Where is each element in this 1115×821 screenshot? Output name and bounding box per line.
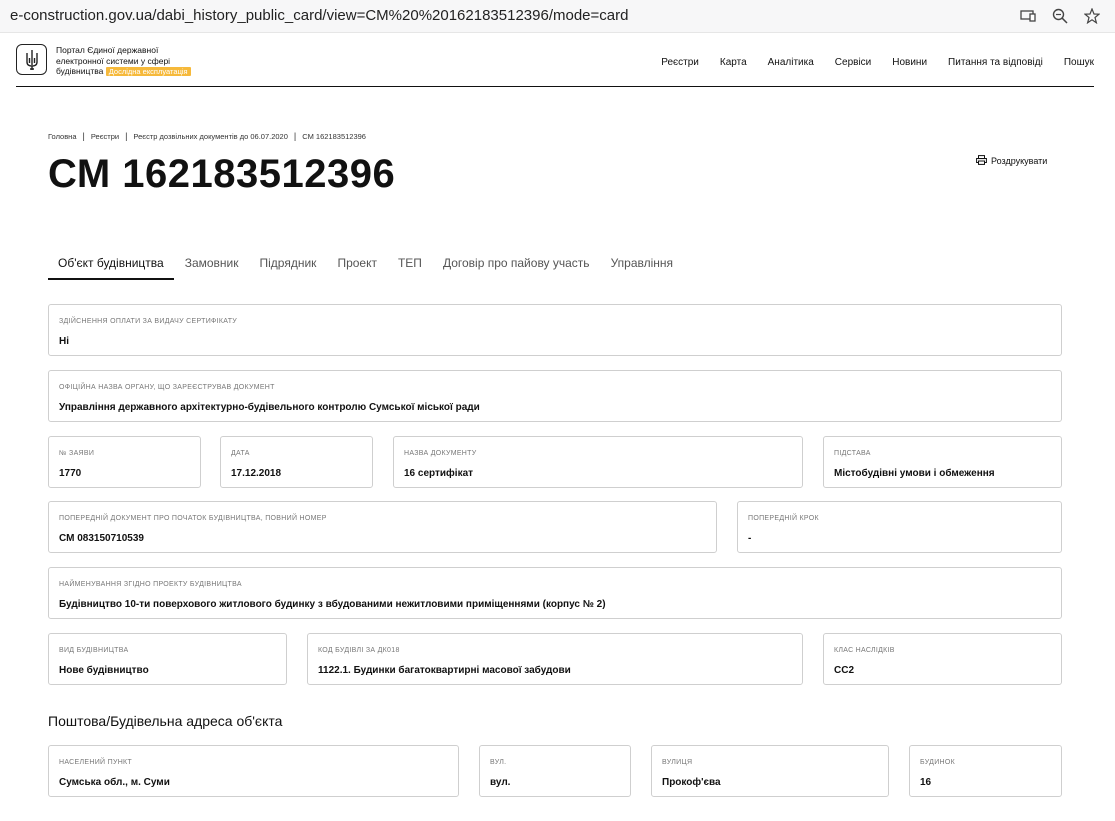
field-value: вул. bbox=[490, 777, 511, 788]
field-value: - bbox=[748, 533, 752, 544]
field-value: 16 bbox=[920, 777, 932, 788]
field-label: Офіційна назва органу, що зареєстрував д… bbox=[59, 384, 275, 391]
url-field[interactable]: e-construction.gov.ua/dabi_history_publi… bbox=[10, 7, 628, 24]
field-value: Містобудівні умови і обмеження bbox=[834, 468, 995, 479]
field-value: Ні bbox=[59, 336, 69, 347]
field-project-name: Найменування згідно проекту будівництва … bbox=[48, 567, 1062, 619]
field-document-name: Назва документу 16 сертифікат bbox=[393, 436, 803, 488]
tab-project[interactable]: Проект bbox=[327, 256, 387, 280]
main-nav: Реєстри Карта Аналітика Сервіси Новини П… bbox=[640, 57, 1094, 68]
field-value: 16 сертифікат bbox=[404, 468, 474, 479]
tab-contractor[interactable]: Підрядник bbox=[250, 256, 327, 280]
field-street-type: Вул. вул. bbox=[479, 745, 631, 797]
breadcrumb-registry[interactable]: Реєстр дозвільних документів до 06.07.20… bbox=[133, 132, 288, 141]
trial-badge: Дослідна експлуатація bbox=[105, 67, 191, 76]
trident-logo-icon[interactable] bbox=[16, 44, 47, 75]
browser-tools bbox=[1019, 6, 1101, 26]
tab-tep[interactable]: ТЕП bbox=[388, 256, 432, 280]
tab-object[interactable]: Об'єкт будівництва bbox=[48, 256, 174, 280]
field-label: Дата bbox=[231, 450, 250, 457]
breadcrumb-separator: | bbox=[82, 131, 85, 141]
breadcrumb-separator: | bbox=[293, 131, 297, 141]
field-dk018-code: Код будівлі за ДК018 1122.1. Будинки баг… bbox=[307, 633, 803, 685]
field-value: 17.12.2018 bbox=[231, 468, 282, 479]
field-value: Нове будівництво bbox=[59, 665, 149, 676]
bookmark-star-icon[interactable] bbox=[1083, 6, 1101, 26]
field-label: Здійснення оплати за видачу сертифікату bbox=[59, 318, 238, 325]
field-basis: Підстава Містобудівні умови і обмеження bbox=[823, 436, 1062, 488]
nav-services[interactable]: Сервіси bbox=[835, 57, 871, 68]
printer-icon bbox=[976, 155, 987, 167]
browser-address-bar: e-construction.gov.ua/dabi_history_publi… bbox=[0, 0, 1115, 33]
field-value: Прокоф'єва bbox=[662, 777, 721, 788]
field-label: Будинок bbox=[920, 759, 956, 766]
nav-registries[interactable]: Реєстри bbox=[661, 57, 699, 68]
print-button[interactable]: Роздрукувати bbox=[976, 155, 1047, 167]
breadcrumb: Головна | Реєстри | Реєстр дозвільних до… bbox=[48, 131, 366, 141]
page-title: СМ 162183512396 bbox=[48, 152, 396, 196]
field-label: Вул. bbox=[490, 759, 507, 766]
field-value: СМ 083150710539 bbox=[59, 533, 144, 544]
field-label: Назва документу bbox=[404, 450, 477, 457]
field-label: Код будівлі за ДК018 bbox=[318, 647, 400, 654]
field-value: СС2 bbox=[834, 665, 855, 676]
field-label: Попередній крок bbox=[748, 515, 819, 522]
field-street: Вулиця Прокоф'єва bbox=[651, 745, 889, 797]
portal-name-line3: будівництва bbox=[56, 66, 104, 76]
cast-icon[interactable] bbox=[1019, 6, 1037, 26]
nav-analytics[interactable]: Аналітика bbox=[768, 57, 814, 68]
field-consequence-class: Клас наслідків СС2 bbox=[823, 633, 1062, 685]
site-header: Портал Єдиної державної електронної сист… bbox=[16, 42, 1094, 87]
field-label: Підстава bbox=[834, 450, 871, 457]
field-date: Дата 17.12.2018 bbox=[220, 436, 373, 488]
field-building: Будинок 16 bbox=[909, 745, 1062, 797]
field-label: № заяви bbox=[59, 450, 95, 457]
nav-map[interactable]: Карта bbox=[720, 57, 747, 68]
breadcrumb-current: СМ 162183512396 bbox=[302, 131, 366, 141]
field-value: Будівництво 10-ти поверхового житлового … bbox=[59, 599, 606, 610]
tab-customer[interactable]: Замовник bbox=[175, 256, 249, 280]
field-value: 1770 bbox=[59, 468, 82, 479]
print-label: Роздрукувати bbox=[991, 156, 1048, 166]
nav-faq[interactable]: Питання та відповіді bbox=[948, 57, 1043, 68]
nav-search[interactable]: Пошук bbox=[1064, 57, 1094, 68]
field-previous-document: Попередній документ про початок будівниц… bbox=[48, 501, 717, 553]
tab-bar: Об'єкт будівництва Замовник Підрядник Пр… bbox=[48, 256, 684, 280]
field-label: Найменування згідно проекту будівництва bbox=[59, 581, 242, 588]
field-payment: Здійснення оплати за видачу сертифікату … bbox=[48, 304, 1062, 356]
address-section-title: Поштова/Будівельна адреса об'єкта bbox=[48, 713, 283, 729]
breadcrumb-home[interactable]: Головна bbox=[48, 132, 77, 141]
tab-share-agreement[interactable]: Договір про пайову участь bbox=[433, 256, 600, 280]
field-label: Вид будівництва bbox=[59, 647, 129, 654]
tab-management[interactable]: Управління bbox=[601, 256, 683, 280]
field-application-number: № заяви 1770 bbox=[48, 436, 201, 488]
field-settlement: Населений пункт Сумська обл., м. Суми bbox=[48, 745, 459, 797]
zoom-icon[interactable] bbox=[1051, 6, 1069, 26]
field-label: Вулиця bbox=[662, 759, 693, 766]
field-authority: Офіційна назва органу, що зареєстрував д… bbox=[48, 370, 1062, 422]
field-label: Населений пункт bbox=[59, 759, 133, 766]
breadcrumb-registries[interactable]: Реєстри bbox=[91, 132, 119, 141]
breadcrumb-separator: | bbox=[125, 131, 128, 141]
field-label: Клас наслідків bbox=[834, 647, 895, 654]
nav-news[interactable]: Новини bbox=[892, 57, 927, 68]
portal-name[interactable]: Портал Єдиної державної електронної сист… bbox=[56, 45, 231, 78]
portal-name-line2: електронної системи у сфері bbox=[56, 55, 171, 66]
field-value: Управління державного архітектурно-будів… bbox=[59, 402, 480, 413]
field-label: Попередній документ про початок будівниц… bbox=[59, 515, 327, 522]
field-previous-step: Попередній крок - bbox=[737, 501, 1062, 553]
field-value: Сумська обл., м. Суми bbox=[59, 777, 170, 788]
portal-name-line1: Портал Єдиної державної bbox=[56, 45, 159, 55]
field-value: 1122.1. Будинки багатоквартирні масової … bbox=[318, 665, 571, 676]
field-build-type: Вид будівництва Нове будівництво bbox=[48, 633, 287, 685]
